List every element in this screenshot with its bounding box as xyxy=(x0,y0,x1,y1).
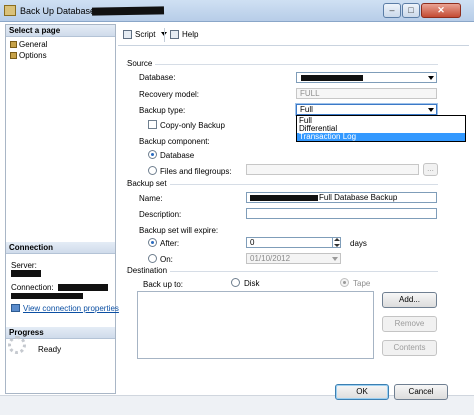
chevron-down-icon xyxy=(428,108,434,112)
name-label: Name: xyxy=(139,194,163,203)
page-item-general[interactable]: General xyxy=(10,40,47,50)
page-item-label: Options xyxy=(19,51,47,60)
progress-spinner-icon xyxy=(8,336,26,354)
cancel-button[interactable]: Cancel xyxy=(394,384,448,400)
expire-after-radio[interactable] xyxy=(148,238,157,247)
recovery-model-label: Recovery model: xyxy=(139,90,200,99)
recovery-model-field: FULL xyxy=(296,88,437,99)
destination-list[interactable] xyxy=(137,291,374,359)
days-label: days xyxy=(350,239,367,248)
after-label: After: xyxy=(160,239,180,248)
spinner-arrows-icon[interactable] xyxy=(332,238,340,247)
chevron-down-icon xyxy=(332,257,338,261)
expire-label: Backup set will expire: xyxy=(139,226,219,235)
expire-after-days-field[interactable]: 0 xyxy=(246,237,341,248)
expire-after-value: 0 xyxy=(250,238,255,247)
minimize-button[interactable]: – xyxy=(383,3,401,18)
window-title: Back Up Database - xyxy=(20,6,101,16)
tape-label: Tape xyxy=(353,279,371,288)
expire-on-date-picker[interactable]: 01/10/2012 xyxy=(246,253,341,264)
component-files-label: Files and filegroups: xyxy=(160,167,232,176)
copy-only-checkbox[interactable] xyxy=(148,120,157,129)
tape-radio[interactable] xyxy=(340,278,349,287)
close-button[interactable]: ✕ xyxy=(421,3,461,18)
copy-only-label: Copy-only Backup xyxy=(160,121,225,130)
destination-group-label: Destination xyxy=(127,266,171,275)
database-icon xyxy=(4,5,16,16)
browse-filegroups-button[interactable]: ... xyxy=(423,163,438,176)
server-label: Server: xyxy=(11,261,37,270)
backup-type-dropdown: Full Differential Transaction Log xyxy=(296,115,466,142)
page-icon xyxy=(10,52,17,59)
component-database-radio[interactable] xyxy=(148,150,157,159)
destination-group-line xyxy=(126,271,438,272)
backup-name-value: Full Database Backup xyxy=(319,193,398,202)
redacted-connection-user xyxy=(11,293,83,299)
view-connection-properties-link[interactable]: View connection properties xyxy=(23,304,119,313)
redacted-database-name xyxy=(91,6,165,16)
maximize-button[interactable]: □ xyxy=(402,3,420,18)
expire-on-value: 01/10/2012 xyxy=(250,254,291,263)
page-icon xyxy=(10,41,17,48)
component-files-radio[interactable] xyxy=(148,166,157,175)
backup-to-label: Back up to: xyxy=(143,280,184,289)
progress-status: Ready xyxy=(38,345,62,354)
dropdown-option-transaction-log[interactable]: Transaction Log xyxy=(297,133,465,141)
connection-label: Connection: xyxy=(11,283,54,292)
help-label: Help xyxy=(182,30,199,39)
source-group-label: Source xyxy=(127,59,156,68)
script-label: Script xyxy=(135,30,156,39)
filegroups-field[interactable] xyxy=(246,164,419,175)
backup-type-value: Full xyxy=(300,105,313,114)
select-page-header: Select a page xyxy=(6,25,115,37)
ok-button[interactable]: OK xyxy=(335,384,389,400)
redacted-connection xyxy=(58,284,108,291)
redacted-backup-name-prefix xyxy=(250,195,318,201)
backup-type-combo[interactable]: Full xyxy=(296,104,437,115)
connection-properties-icon xyxy=(11,304,20,312)
redacted-server xyxy=(11,270,41,277)
help-icon xyxy=(170,30,179,39)
backup-set-group-label: Backup set xyxy=(127,179,170,188)
database-combo[interactable] xyxy=(296,72,437,83)
redacted-database xyxy=(301,75,363,81)
database-label: Database: xyxy=(139,73,176,82)
component-database-label: Database xyxy=(160,151,195,160)
contents-button[interactable]: Contents xyxy=(382,340,437,356)
backup-component-label: Backup component: xyxy=(139,137,210,146)
backup-type-label: Backup type: xyxy=(139,106,186,115)
connection-header: Connection xyxy=(6,242,115,254)
disk-radio[interactable] xyxy=(231,278,240,287)
on-label: On: xyxy=(160,255,173,264)
script-icon xyxy=(123,30,132,39)
toolbar-separator xyxy=(164,28,165,42)
expire-on-radio[interactable] xyxy=(148,254,157,263)
toolbar: Script Help xyxy=(118,24,469,46)
add-button[interactable]: Add... xyxy=(382,292,437,308)
source-group-line xyxy=(126,64,438,65)
page-item-label: General xyxy=(19,40,48,49)
chevron-down-icon xyxy=(428,76,434,80)
disk-label: Disk xyxy=(244,279,260,288)
remove-button[interactable]: Remove xyxy=(382,316,437,332)
help-button[interactable]: Help xyxy=(170,30,198,39)
page-item-options[interactable]: Options xyxy=(10,51,47,61)
description-label: Description: xyxy=(139,210,182,219)
backup-name-field[interactable]: Full Database Backup xyxy=(246,192,437,203)
description-field[interactable] xyxy=(246,208,437,219)
script-button[interactable]: Script xyxy=(123,30,167,39)
backup-set-group-line xyxy=(126,184,438,185)
